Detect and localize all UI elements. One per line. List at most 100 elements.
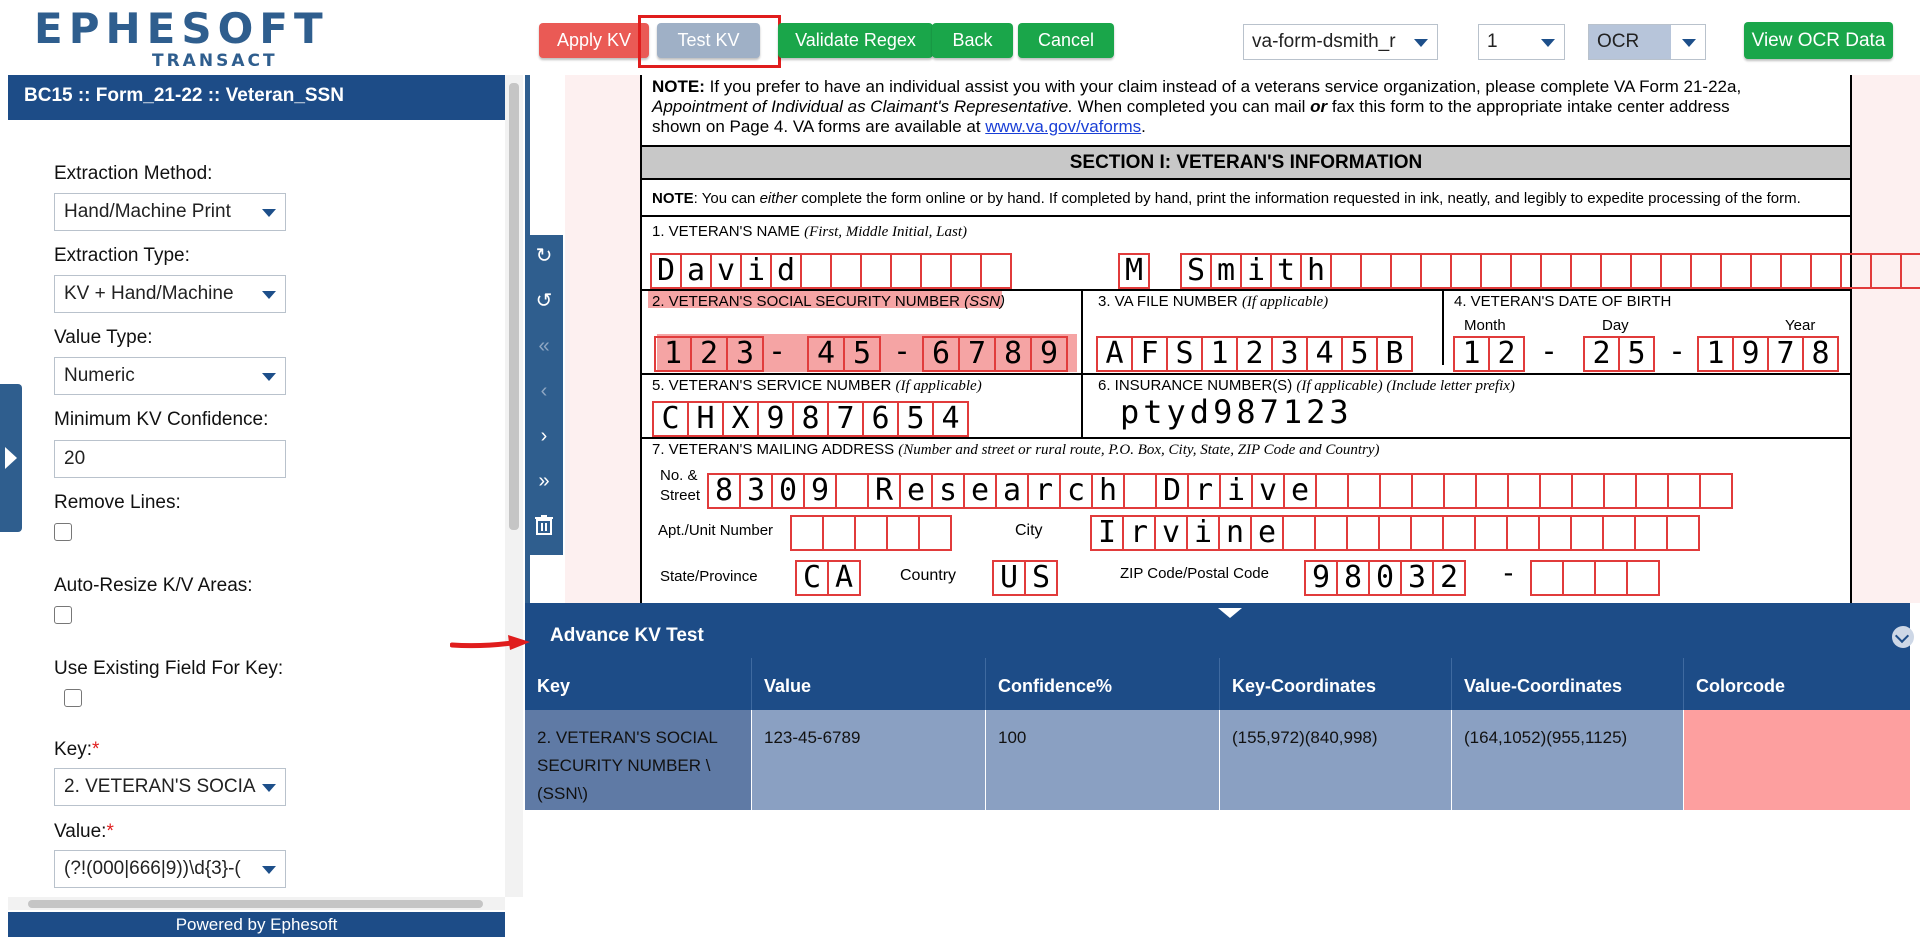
zip-label: ZIP Code/Postal Code (1120, 565, 1269, 582)
extraction-method-label: Extraction Method: (54, 163, 213, 184)
delete-icon[interactable] (533, 515, 555, 537)
char-box (1660, 253, 1692, 289)
char-box: D (650, 253, 682, 289)
dob-dash-1: - (1540, 334, 1559, 369)
test-kv-highlight (638, 15, 781, 68)
char-box (1530, 560, 1564, 596)
day-label: Day (1602, 317, 1629, 334)
char-box: 0 (1368, 560, 1402, 596)
view-ocr-data-button[interactable]: View OCR Data (1744, 22, 1893, 59)
next-page-icon[interactable]: › (533, 425, 555, 447)
char-box (1411, 473, 1445, 509)
key-select[interactable]: 2. VETERAN'S SOCIA (54, 768, 286, 806)
column-value-coordinates[interactable]: Value-Coordinates (1452, 658, 1684, 710)
zip-boxes: 98032 (1304, 560, 1466, 596)
back-button[interactable]: Back (932, 23, 1013, 58)
char-box: B (1376, 336, 1413, 372)
extraction-method-select[interactable]: Hand/Machine Print (54, 193, 286, 231)
char-box: 9 (803, 473, 837, 509)
char-box (1539, 473, 1573, 509)
value-type-select[interactable]: Numeric (54, 357, 286, 395)
chevron-down-icon (262, 209, 276, 217)
field2-label: 2. VETERAN'S SOCIAL SECURITY NUMBER (SSN… (652, 293, 1005, 310)
street-label-2: Street (660, 487, 701, 504)
char-box: 3 (1400, 560, 1434, 596)
page-select[interactable]: 1 (1478, 24, 1565, 60)
column-value[interactable]: Value (752, 658, 986, 710)
validate-regex-button[interactable]: Validate Regex (778, 23, 933, 58)
advance-kv-panel: Advance KV Test Key Value Confidence% Ke… (525, 603, 1920, 937)
char-box (1420, 253, 1452, 289)
char-box (860, 253, 892, 289)
sidebar-toggle-tab[interactable] (0, 384, 22, 532)
char-box (1538, 515, 1572, 551)
sidebar-vertical-scrollbar[interactable] (505, 75, 523, 897)
cell-key-coordinates: (155,972)(840,998) (1220, 710, 1452, 810)
auto-resize-checkbox[interactable] (54, 606, 72, 624)
char-box: 3 (739, 473, 773, 509)
previous-page-icon[interactable]: ‹ (533, 380, 555, 402)
char-box (1870, 253, 1902, 289)
extraction-type-select[interactable]: KV + Hand/Machine (54, 275, 286, 313)
sidebar-horizontal-scrollbar[interactable] (8, 897, 505, 910)
column-colorcode[interactable]: Colorcode (1684, 658, 1910, 710)
char-box (1378, 515, 1412, 551)
field5-label: 5. VETERAN'S SERVICE NUMBER (If applicab… (652, 377, 982, 395)
apt-boxes (790, 515, 952, 551)
char-box (1600, 253, 1632, 289)
state-boxes: CA (795, 560, 861, 596)
char-box (950, 253, 982, 289)
sidebar-scroll-thumb[interactable] (509, 83, 519, 530)
city-boxes: Irvine (1090, 515, 1700, 551)
cancel-button[interactable]: Cancel (1018, 23, 1114, 58)
char-box (980, 253, 1012, 289)
field5-label-text: 5. VETERAN'S SERVICE NUMBER (652, 377, 896, 394)
char-box: 9 (1304, 560, 1338, 596)
char-box: i (740, 253, 772, 289)
document-select[interactable]: va-form-dsmith_r (1243, 24, 1438, 60)
char-box (1410, 515, 1444, 551)
value-type-label: Value Type: (54, 327, 153, 348)
char-box: 5 (1341, 336, 1378, 372)
rotate-counterclockwise-icon[interactable]: ↺ (533, 290, 555, 312)
table-row[interactable]: 2. VETERAN'S SOCIAL SECURITY NUMBER \ (S… (525, 710, 1910, 810)
char-box (790, 515, 824, 551)
char-box (830, 253, 862, 289)
remove-lines-checkbox[interactable] (54, 523, 72, 541)
char-box: 7 (1767, 336, 1804, 372)
char-box (800, 253, 832, 289)
char-box (1603, 473, 1637, 509)
char-box (1507, 473, 1541, 509)
column-confidence[interactable]: Confidence% (986, 658, 1220, 710)
apply-kv-button[interactable]: Apply KV (539, 23, 649, 58)
column-key[interactable]: Key (525, 658, 752, 710)
value-regex-select[interactable]: (?!(000|666|9))\d{3}-( (54, 850, 286, 888)
va-forms-link[interactable]: www.va.gov/vaforms (985, 117, 1141, 136)
use-existing-field-label: Use Existing Field For Key: (54, 658, 284, 679)
char-box (1510, 253, 1542, 289)
min-confidence-input[interactable]: 20 (54, 440, 286, 478)
use-existing-field-checkbox[interactable] (64, 689, 82, 707)
char-box: r (1122, 515, 1156, 551)
chevron-down-icon (262, 784, 276, 792)
ocr-select-value: OCR (1597, 31, 1640, 52)
last-page-icon[interactable]: » (533, 470, 555, 492)
first-page-icon[interactable]: « (533, 335, 555, 357)
field7-label-text: 7. VETERAN'S MAILING ADDRESS (652, 441, 899, 458)
ocr-select[interactable]: OCR (1588, 24, 1706, 60)
viewer-collapse-tab[interactable] (1188, 603, 1272, 624)
char-box (918, 515, 952, 551)
char-box (1630, 253, 1662, 289)
sidebar-hscroll-thumb[interactable] (28, 900, 483, 908)
middle-initial-boxes: M (1118, 253, 1150, 289)
column-key-coordinates[interactable]: Key-Coordinates (1220, 658, 1452, 710)
rotate-clockwise-icon[interactable]: ↻ (533, 245, 555, 267)
char-box: 1 (1201, 336, 1238, 372)
collapse-panel-icon[interactable] (1892, 626, 1914, 648)
char-box (1720, 253, 1752, 289)
note-line2-end: fax this form to the appropriate intake … (1327, 97, 1730, 116)
char-box: e (1283, 473, 1317, 509)
note2-b: complete the form online or by hand. If … (797, 190, 1801, 207)
char-box: 1 (1697, 336, 1734, 372)
char-box (1480, 253, 1512, 289)
